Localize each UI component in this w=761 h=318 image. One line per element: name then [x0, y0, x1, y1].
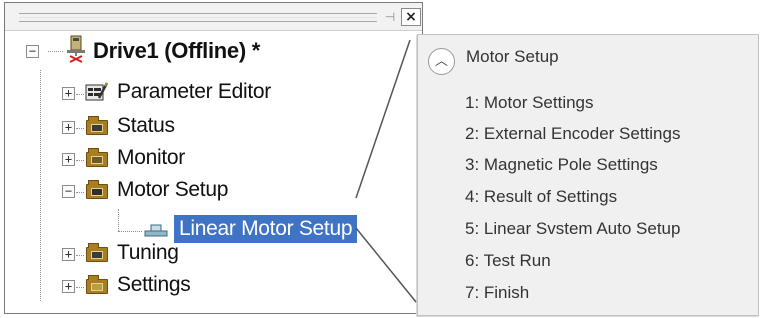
drive-label: Drive1 (Offline) * — [93, 38, 260, 63]
tree-item-label: Motor Setup — [117, 178, 229, 201]
tree-connector — [76, 287, 84, 288]
tree-item-tuning[interactable]: Tuning — [85, 240, 285, 268]
close-icon[interactable]: × — [401, 8, 421, 26]
tree-connector — [76, 160, 84, 161]
tree-item-linear-motor-setup[interactable]: Linear Motor Setup — [144, 215, 394, 243]
setup-step: 6: Test Run — [465, 251, 551, 270]
title-bar-grip — [19, 13, 377, 14]
expand-toggle[interactable]: + — [62, 280, 75, 293]
expand-toggle[interactable]: + — [62, 121, 75, 134]
expand-toggle[interactable]: + — [62, 153, 75, 166]
linear-motor-icon — [144, 224, 168, 237]
expand-toggle[interactable]: + — [62, 87, 75, 100]
collapse-chevron-icon[interactable]: ︿ — [428, 48, 455, 75]
tree-item-motor-setup[interactable]: Motor Setup — [85, 177, 305, 205]
tree-item-status[interactable]: Status — [85, 113, 285, 141]
tree-connector — [118, 231, 142, 232]
callout-title: Motor Setup — [466, 47, 559, 66]
setup-step: 4: Result of Settings — [465, 187, 618, 206]
tree-item-label: Settings — [117, 273, 191, 296]
setup-step: 7: Finish — [465, 283, 530, 302]
parameter-editor-icon — [85, 82, 109, 101]
setup-step: 5: Linear Svstem Auto Setup — [465, 219, 681, 238]
tree-connector — [76, 255, 84, 256]
setup-step: 2: External Encoder Settings — [465, 124, 681, 143]
project-tree: − Drive1 (Offline) * + Parameter Editor … — [5, 31, 422, 313]
title-bar-grip — [19, 17, 377, 18]
tree-item-monitor[interactable]: Monitor — [85, 145, 285, 173]
panel-title-bar[interactable]: ⊣ × — [5, 3, 422, 31]
status-folder-icon — [85, 115, 109, 137]
expand-toggle[interactable]: + — [62, 248, 75, 261]
tree-connector — [76, 94, 84, 95]
tree-connector — [48, 51, 63, 52]
tree-connector — [76, 192, 84, 193]
tree-item-label: Linear Motor Setup — [174, 215, 358, 243]
tree-connector — [40, 70, 41, 301]
motor-setup-folder-icon — [85, 179, 109, 201]
title-bar-grip — [19, 21, 377, 22]
tree-connector — [76, 128, 84, 129]
tree-item-label: Monitor — [117, 146, 185, 169]
settings-folder-icon — [85, 274, 109, 296]
tree-item-label: Parameter Editor — [117, 80, 271, 103]
project-tree-panel: ⊣ × − Drive1 (Offline) * + Parameter Edi… — [4, 2, 423, 314]
tuning-folder-icon — [85, 242, 109, 264]
tree-item-settings[interactable]: Settings — [85, 272, 285, 300]
collapse-toggle[interactable]: − — [26, 45, 39, 58]
collapse-toggle[interactable]: − — [62, 185, 75, 198]
motor-setup-callout: ︿ Motor Setup 1: Motor Settings 2: Exter… — [417, 34, 759, 316]
monitor-folder-icon — [85, 147, 109, 169]
tree-root-drive[interactable]: Drive1 (Offline) * — [63, 35, 393, 65]
setup-step: 1: Motor Settings — [465, 93, 594, 112]
tree-item-label: Status — [117, 114, 175, 137]
tree-connector — [118, 209, 119, 231]
tree-item-label: Tuning — [117, 241, 179, 264]
setup-step: 3: Magnetic Pole Settings — [465, 155, 658, 174]
tree-item-parameter-editor[interactable]: Parameter Editor — [85, 79, 345, 107]
pin-icon[interactable]: ⊣ — [381, 9, 399, 25]
drive-offline-icon — [67, 35, 85, 63]
